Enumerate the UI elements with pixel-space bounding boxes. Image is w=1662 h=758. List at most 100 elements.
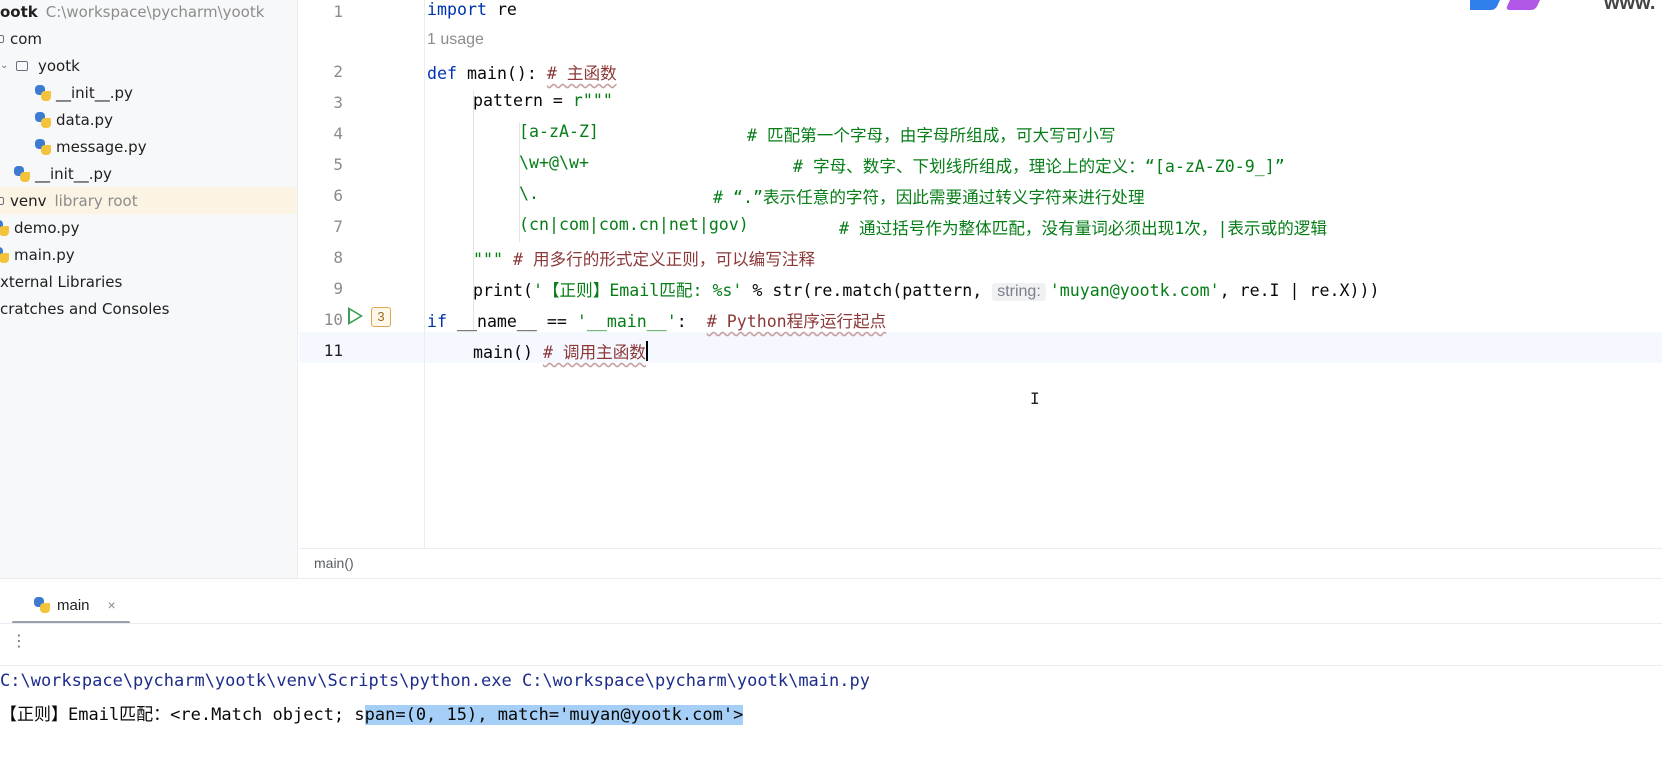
code-token: main(): bbox=[456, 64, 547, 83]
keyword-token: def bbox=[427, 64, 457, 83]
code-line-6[interactable]: \. bbox=[519, 184, 539, 203]
project-root-row[interactable]: ootk C:\workspace\pycharm\yootk bbox=[0, 0, 297, 24]
folder-icon bbox=[0, 196, 4, 205]
console-output-line[interactable]: 【正则】Email匹配：<re.Match object; span=(0, 1… bbox=[0, 700, 744, 725]
code-token: : bbox=[676, 312, 707, 331]
breadcrumb[interactable]: main() bbox=[314, 555, 354, 571]
tree-item-com[interactable]: com bbox=[0, 25, 297, 52]
code-line-1[interactable]: import re bbox=[427, 0, 517, 19]
comment-token: # 主函数 bbox=[546, 64, 617, 83]
tree-item-label: __init__.py bbox=[56, 83, 133, 102]
code-token: __name__ == bbox=[446, 312, 577, 331]
code-line-7-comment: # 通过括号作为整体匹配，没有量词必须出现1次，|表示或的逻辑 bbox=[839, 219, 1327, 238]
code-line-2[interactable]: def main(): # 主函数 bbox=[427, 60, 617, 84]
code-line-3[interactable]: pattern = r""" bbox=[473, 91, 613, 110]
string-token: r""" bbox=[572, 91, 613, 110]
divider bbox=[0, 623, 1662, 624]
parameter-inlay-hint: string: bbox=[992, 283, 1046, 301]
watermark-logo: www. bbox=[1470, 0, 1662, 14]
tree-item-message-py[interactable]: message.py bbox=[0, 133, 297, 160]
tree-item-venv[interactable]: venv library root bbox=[0, 187, 297, 214]
line-number: 4 bbox=[333, 124, 343, 143]
code-line-7[interactable]: (cn|com|com.cn|net|gov) bbox=[519, 215, 749, 234]
line-number: 3 bbox=[333, 93, 343, 112]
folder-icon bbox=[16, 60, 28, 71]
usage-hint[interactable]: 1 usage bbox=[427, 31, 484, 49]
code-line-9[interactable]: print('【正则】Email匹配: %s' % str(re.match(p… bbox=[473, 277, 1379, 301]
python-file-icon bbox=[0, 246, 10, 264]
console-selected-text: pan=(0, 15), match='muyan@yootk.com'> bbox=[364, 705, 744, 725]
code-line-8[interactable]: """ # 用多行的形式定义正则，可以编写注释 bbox=[473, 246, 815, 270]
comment-token: # 调用主函数 bbox=[542, 343, 646, 362]
run-count-badge[interactable]: 3 bbox=[371, 307, 391, 327]
string-token: """ bbox=[473, 250, 503, 269]
string-token: (cn|com|com.cn|net|gov) bbox=[519, 215, 749, 234]
chevron-down-icon[interactable]: ⌄ bbox=[0, 60, 8, 71]
line-number: 10 bbox=[323, 310, 343, 329]
tree-item-label: yootk bbox=[38, 56, 80, 75]
code-token: print( bbox=[473, 281, 533, 300]
comment-token: # Python程序运行起点 bbox=[706, 312, 887, 331]
folder-icon bbox=[0, 34, 4, 43]
code-token: main() bbox=[473, 343, 543, 362]
line-number: 5 bbox=[333, 155, 343, 174]
text-caret bbox=[645, 341, 648, 361]
python-file-icon bbox=[33, 596, 51, 614]
tree-item-demo-py[interactable]: demo.py bbox=[0, 214, 297, 241]
tree-item-label: demo.py bbox=[14, 218, 80, 237]
line-number: 6 bbox=[333, 186, 343, 205]
comment-token: # 用多行的形式定义正则，可以编写注释 bbox=[512, 250, 816, 269]
tree-item-label: main.py bbox=[14, 245, 75, 264]
run-tab-label: main bbox=[57, 596, 90, 614]
string-token: [a-zA-Z] bbox=[519, 122, 599, 141]
code-token: pattern = bbox=[473, 91, 573, 110]
project-root-path: C:\workspace\pycharm\yootk bbox=[45, 3, 265, 21]
code-area[interactable]: import re 1 usage def main(): # 主函数 patt… bbox=[427, 0, 1662, 548]
tree-item-main-py[interactable]: main.py bbox=[0, 241, 297, 268]
line-number-current: 11 bbox=[323, 341, 343, 360]
more-options-icon[interactable]: ⋮ bbox=[11, 631, 27, 650]
tree-item-label: message.py bbox=[56, 137, 147, 156]
text-cursor-icon: I bbox=[1030, 389, 1040, 408]
code-line-11[interactable]: main() # 调用主函数 bbox=[473, 339, 648, 363]
library-root-hint: library root bbox=[54, 191, 138, 210]
breadcrumb-bar: main() bbox=[299, 548, 1662, 578]
logo-shape bbox=[1505, 0, 1545, 10]
code-token: % str(re.match(pattern, bbox=[742, 281, 993, 300]
editor-gutter[interactable]: 1 2 3 4 5 6 7 8 9 10 11 3 bbox=[299, 0, 425, 548]
run-icon[interactable] bbox=[348, 307, 363, 325]
tree-item-scratches[interactable]: cratches and Consoles bbox=[0, 295, 297, 322]
code-line-5[interactable]: \w+@\w+ bbox=[519, 153, 589, 172]
code-editor[interactable]: 1 2 3 4 5 6 7 8 9 10 11 3 import re 1 us… bbox=[299, 0, 1662, 548]
tree-item-data-py[interactable]: data.py bbox=[0, 106, 297, 133]
line-number: 9 bbox=[333, 279, 343, 298]
tree-item-label: venv bbox=[10, 191, 47, 210]
console-command-line[interactable]: C:\workspace\pycharm\yootk\venv\Scripts\… bbox=[0, 671, 870, 691]
python-file-icon bbox=[13, 165, 31, 183]
tree-item-label: __init__.py bbox=[35, 164, 112, 183]
tree-item-label: cratches and Consoles bbox=[0, 299, 170, 318]
line-number: 7 bbox=[333, 217, 343, 236]
divider bbox=[0, 665, 1662, 666]
tree-item-yootk[interactable]: ⌄ yootk bbox=[0, 52, 297, 79]
code-line-6-comment: # “.”表示任意的字符，因此需要通过转义字符来进行处理 bbox=[713, 188, 1145, 207]
tree-item-label: com bbox=[10, 29, 43, 48]
tree-item-com-init[interactable]: __init__.py bbox=[0, 160, 297, 187]
string-token: 'muyan@yootk.com' bbox=[1049, 281, 1220, 300]
project-tool-window: ootk C:\workspace\pycharm\yootk com ⌄ yo… bbox=[0, 0, 298, 578]
code-token: , re.I | re.X))) bbox=[1219, 281, 1380, 300]
tab-run-main[interactable]: main × bbox=[12, 587, 130, 623]
python-file-icon bbox=[0, 219, 10, 237]
logo-shape bbox=[1470, 0, 1505, 10]
string-token: '【正则】Email匹配: %s' bbox=[532, 281, 743, 300]
code-line-5-comment: # 字母、数字、下划线所组成，理论上的定义：“[a-zA-Z0-9_]” bbox=[793, 157, 1285, 176]
tree-item-yootk-init[interactable]: __init__.py bbox=[0, 79, 297, 106]
project-root-name: ootk bbox=[0, 3, 38, 21]
python-file-icon bbox=[34, 111, 52, 129]
tree-item-external-libraries[interactable]: xternal Libraries bbox=[0, 268, 297, 295]
code-line-10[interactable]: if __name__ == '__main__': # Python程序运行起… bbox=[427, 308, 886, 332]
code-line-4[interactable]: [a-zA-Z] bbox=[519, 122, 599, 141]
close-icon[interactable]: × bbox=[108, 597, 116, 613]
string-token: \. bbox=[519, 184, 539, 203]
python-file-icon bbox=[34, 84, 52, 102]
